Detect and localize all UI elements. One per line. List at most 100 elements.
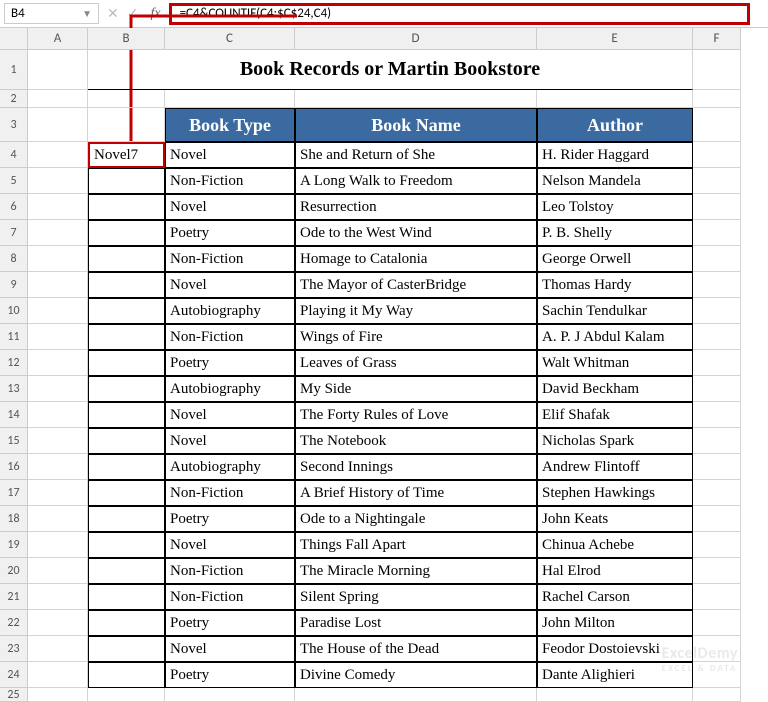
cell-author-11[interactable]: A. P. J Abdul Kalam — [537, 324, 693, 350]
cell-F6[interactable] — [693, 194, 741, 220]
row-header-17[interactable]: 17 — [0, 480, 28, 506]
cell-A3[interactable] — [28, 108, 88, 142]
row-header-8[interactable]: 8 — [0, 246, 28, 272]
cell-B9[interactable] — [88, 272, 165, 298]
cell-r25-5[interactable] — [693, 688, 741, 702]
cell-F20[interactable] — [693, 558, 741, 584]
cell-type-6[interactable]: Novel — [165, 194, 295, 220]
cell-type-17[interactable]: Non-Fiction — [165, 480, 295, 506]
cell-author-13[interactable]: David Beckham — [537, 376, 693, 402]
cell-r2-1[interactable] — [88, 90, 165, 108]
cell-author-15[interactable]: Nicholas Spark — [537, 428, 693, 454]
cell-B7[interactable] — [88, 220, 165, 246]
cell-name-13[interactable]: My Side — [295, 376, 537, 402]
cell-A24[interactable] — [28, 662, 88, 688]
cell-type-13[interactable]: Autobiography — [165, 376, 295, 402]
row-header-10[interactable]: 10 — [0, 298, 28, 324]
cell-r2-0[interactable] — [28, 90, 88, 108]
cell-B24[interactable] — [88, 662, 165, 688]
cell-F13[interactable] — [693, 376, 741, 402]
cell-type-22[interactable]: Poetry — [165, 610, 295, 636]
row-header-25[interactable]: 25 — [0, 688, 28, 702]
cell-name-18[interactable]: Ode to a Nightingale — [295, 506, 537, 532]
cell-type-4[interactable]: Novel — [165, 142, 295, 168]
cell-B12[interactable] — [88, 350, 165, 376]
cell-name-19[interactable]: Things Fall Apart — [295, 532, 537, 558]
cell-A20[interactable] — [28, 558, 88, 584]
cell-A10[interactable] — [28, 298, 88, 324]
cell-author-19[interactable]: Chinua Achebe — [537, 532, 693, 558]
cell-B21[interactable] — [88, 584, 165, 610]
cell-name-21[interactable]: Silent Spring — [295, 584, 537, 610]
cell-author-7[interactable]: P. B. Shelly — [537, 220, 693, 246]
cell-F12[interactable] — [693, 350, 741, 376]
cell-author-23[interactable]: Feodor Dostoievski — [537, 636, 693, 662]
cell-B22[interactable] — [88, 610, 165, 636]
cell-type-14[interactable]: Novel — [165, 402, 295, 428]
cell-F18[interactable] — [693, 506, 741, 532]
cell-B17[interactable] — [88, 480, 165, 506]
cell-A5[interactable] — [28, 168, 88, 194]
cell-author-21[interactable]: Rachel Carson — [537, 584, 693, 610]
cell-name-11[interactable]: Wings of Fire — [295, 324, 537, 350]
cell-name-8[interactable]: Homage to Catalonia — [295, 246, 537, 272]
cancel-icon[interactable]: ✕ — [107, 5, 119, 22]
cell-r25-0[interactable] — [28, 688, 88, 702]
cell-B3[interactable] — [88, 108, 165, 142]
row-header-16[interactable]: 16 — [0, 454, 28, 480]
cell-name-24[interactable]: Divine Comedy — [295, 662, 537, 688]
cell-name-12[interactable]: Leaves of Grass — [295, 350, 537, 376]
cell-name-22[interactable]: Paradise Lost — [295, 610, 537, 636]
row-header-1[interactable]: 1 — [0, 50, 28, 90]
select-all-corner[interactable] — [0, 28, 28, 50]
cell-A14[interactable] — [28, 402, 88, 428]
cell-F1[interactable] — [693, 50, 741, 90]
cell-F8[interactable] — [693, 246, 741, 272]
cell-name-7[interactable]: Ode to the West Wind — [295, 220, 537, 246]
cell-r25-4[interactable] — [537, 688, 693, 702]
cell-type-9[interactable]: Novel — [165, 272, 295, 298]
cell-A15[interactable] — [28, 428, 88, 454]
cell-F10[interactable] — [693, 298, 741, 324]
cell-author-18[interactable]: John Keats — [537, 506, 693, 532]
row-header-18[interactable]: 18 — [0, 506, 28, 532]
cell-name-4[interactable]: She and Return of She — [295, 142, 537, 168]
cell-F15[interactable] — [693, 428, 741, 454]
cell-r25-2[interactable] — [165, 688, 295, 702]
cell-name-23[interactable]: The House of the Dead — [295, 636, 537, 662]
cell-A23[interactable] — [28, 636, 88, 662]
cell-author-22[interactable]: John Milton — [537, 610, 693, 636]
cell-F3[interactable] — [693, 108, 741, 142]
row-header-24[interactable]: 24 — [0, 662, 28, 688]
row-header-7[interactable]: 7 — [0, 220, 28, 246]
cell-B6[interactable] — [88, 194, 165, 220]
cell-B11[interactable] — [88, 324, 165, 350]
column-header-B[interactable]: B — [88, 28, 165, 50]
cell-author-14[interactable]: Elif Shafak — [537, 402, 693, 428]
cell-A7[interactable] — [28, 220, 88, 246]
cell-r25-1[interactable] — [88, 688, 165, 702]
cell-author-12[interactable]: Walt Whitman — [537, 350, 693, 376]
cell-type-10[interactable]: Autobiography — [165, 298, 295, 324]
cell-r2-4[interactable] — [537, 90, 693, 108]
cell-type-19[interactable]: Novel — [165, 532, 295, 558]
cell-type-7[interactable]: Poetry — [165, 220, 295, 246]
cell-A18[interactable] — [28, 506, 88, 532]
cell-type-24[interactable]: Poetry — [165, 662, 295, 688]
cell-A19[interactable] — [28, 532, 88, 558]
cell-A9[interactable] — [28, 272, 88, 298]
cell-A1[interactable] — [28, 50, 88, 90]
row-header-12[interactable]: 12 — [0, 350, 28, 376]
cell-F4[interactable] — [693, 142, 741, 168]
row-header-11[interactable]: 11 — [0, 324, 28, 350]
cell-r25-3[interactable] — [295, 688, 537, 702]
row-header-15[interactable]: 15 — [0, 428, 28, 454]
row-header-3[interactable]: 3 — [0, 108, 28, 142]
cell-B10[interactable] — [88, 298, 165, 324]
cell-B18[interactable] — [88, 506, 165, 532]
cell-author-16[interactable]: Andrew Flintoff — [537, 454, 693, 480]
cell-B15[interactable] — [88, 428, 165, 454]
row-header-21[interactable]: 21 — [0, 584, 28, 610]
cell-author-8[interactable]: George Orwell — [537, 246, 693, 272]
cell-B4[interactable]: Novel7 — [88, 142, 165, 168]
